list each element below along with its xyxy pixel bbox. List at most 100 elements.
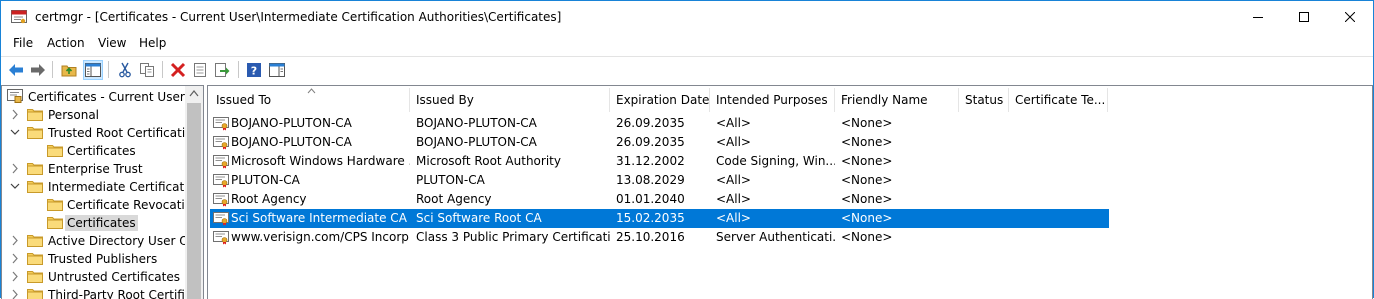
tree-scrollbar-thumb[interactable] <box>187 103 201 299</box>
show-hide-console-tree-button[interactable] <box>83 60 103 80</box>
tree-item-label: Enterprise Trust <box>48 162 143 176</box>
tree-item[interactable]: Certificates - Current User <box>2 88 185 106</box>
certificate-list[interactable]: Issued To Issued By Expiration Date Intende… <box>207 85 1373 299</box>
table-cell: 26.09.2035 <box>616 116 685 130</box>
column-header-label: Issued By <box>416 93 474 107</box>
toolbar-separator <box>238 61 239 78</box>
column-header[interactable]: Status <box>959 88 1009 112</box>
properties-icon <box>194 63 206 77</box>
properties-button[interactable] <box>190 60 210 80</box>
minimize-icon <box>1253 17 1263 18</box>
table-cell: <None> <box>841 173 893 187</box>
table-cell: BOJANO-PLUTON-CA <box>231 135 352 149</box>
export-list-button[interactable] <box>212 60 232 80</box>
tree-item[interactable]: Certificates <box>2 214 185 232</box>
table-cell: <All> <box>716 135 751 149</box>
table-cell: 26.09.2035 <box>616 135 685 149</box>
toolbar-separator <box>162 61 163 78</box>
certmgr-window: certmgr - [Certificates - Current User\I… <box>0 0 1374 299</box>
table-cell: <None> <box>841 154 893 168</box>
show-hide-action-pane-button[interactable] <box>267 60 287 80</box>
tree-item[interactable]: Trusted Publishers <box>2 250 185 268</box>
delete-icon <box>170 62 186 78</box>
window-title: certmgr - [Certificates - Current User\I… <box>35 10 562 24</box>
column-header[interactable]: Certificate Te... <box>1009 88 1108 112</box>
up-one-level-button[interactable] <box>59 60 79 80</box>
table-cell: 01.01.2040 <box>616 192 685 206</box>
table-row[interactable]: Sci Software Intermediate CA Sci Software… <box>210 209 1109 228</box>
menu-action[interactable]: Action <box>47 36 85 50</box>
table-cell: <All> <box>716 173 751 187</box>
column-header[interactable]: Issued To <box>210 88 410 112</box>
forward-button[interactable] <box>28 60 48 80</box>
chevron-right-icon[interactable] <box>9 270 21 284</box>
minimize-button[interactable] <box>1235 1 1281 33</box>
table-cell: Root Agency <box>416 192 492 206</box>
table-cell: BOJANO-PLUTON-CA <box>416 135 537 149</box>
tree-item[interactable]: Certificates <box>2 142 185 160</box>
column-header-label: Status <box>965 93 1004 107</box>
help-button[interactable]: ? <box>244 60 264 80</box>
tree-item-label: Certificates - Current User <box>28 90 185 104</box>
table-cell: Root Agency <box>231 192 307 206</box>
menu-help[interactable]: Help <box>139 36 166 50</box>
close-button[interactable] <box>1327 1 1373 33</box>
chevron-right-icon[interactable] <box>9 252 21 266</box>
delete-button[interactable] <box>168 60 188 80</box>
column-header-label: Certificate Te... <box>1015 93 1106 107</box>
back-button[interactable] <box>6 60 26 80</box>
tree-item[interactable]: Active Directory User Obje <box>2 232 203 250</box>
scroll-up-arrow-icon[interactable] <box>185 86 203 101</box>
column-header-label: Expiration Date <box>616 93 710 107</box>
tree-item[interactable]: Enterprise Trust <box>2 160 185 178</box>
tree-item[interactable]: Trusted Root Certification <box>2 124 200 142</box>
column-header[interactable]: Expiration Date <box>610 88 710 112</box>
cut-button[interactable] <box>115 60 135 80</box>
chevron-right-icon[interactable] <box>9 288 21 299</box>
chevron-down-icon[interactable] <box>9 126 21 140</box>
tree-item[interactable]: Third-Party Root Certificat <box>2 286 203 299</box>
table-cell: 31.12.2002 <box>616 154 685 168</box>
title-bar[interactable]: certmgr - [Certificates - Current User\I… <box>1 1 1373 33</box>
column-header[interactable]: Intended Purposes <box>710 88 835 112</box>
chevron-down-icon[interactable] <box>9 180 21 194</box>
table-row[interactable]: www.verisign.com/CPS Incorp.... Class 3 P… <box>210 228 1109 247</box>
tree-scrollbar[interactable] <box>185 86 203 299</box>
tree-item-label: Third-Party Root Certificat <box>48 288 204 299</box>
svg-text:?: ? <box>251 65 257 78</box>
table-row[interactable]: BOJANO-PLUTON-CA BOJANO-PLUTON-CA 26.09.20… <box>210 133 1109 152</box>
folder-icon <box>27 109 43 121</box>
tree-item[interactable]: Personal <box>2 106 185 124</box>
tree-item[interactable]: Intermediate Certification <box>2 178 202 196</box>
toolbar: ? <box>1 56 1373 82</box>
table-cell: PLUTON-CA <box>231 173 300 187</box>
column-header-label: Issued To <box>216 93 272 107</box>
action-pane-icon <box>269 63 285 77</box>
certificate-icon <box>213 136 229 150</box>
table-cell: <None> <box>841 135 893 149</box>
copy-button[interactable] <box>137 60 157 80</box>
folder-icon <box>47 199 63 211</box>
tree-item[interactable]: Certificate Revocation <box>2 196 200 214</box>
console-tree[interactable]: Certificates - Current User Personal Trust… <box>1 85 204 299</box>
menu-view[interactable]: View <box>98 36 126 50</box>
export-icon <box>215 63 230 77</box>
chevron-right-icon[interactable] <box>9 234 21 248</box>
column-header[interactable]: Issued By <box>410 88 610 112</box>
column-header[interactable]: Friendly Name <box>835 88 959 112</box>
menu-file[interactable]: File <box>13 36 33 50</box>
table-row[interactable]: BOJANO-PLUTON-CA BOJANO-PLUTON-CA 26.09.20… <box>210 114 1109 133</box>
chevron-right-icon[interactable] <box>9 162 21 176</box>
table-row[interactable]: Microsoft Windows Hardware ... Microsoft … <box>210 152 1109 171</box>
table-cell: Microsoft Root Authority <box>416 154 561 168</box>
table-row[interactable]: Root Agency Root Agency 01.01.2040 <All> <No… <box>210 190 1109 209</box>
folder-icon <box>47 217 63 229</box>
folder-icon <box>27 253 43 265</box>
tree-item[interactable]: Untrusted Certificates <box>2 268 185 286</box>
chevron-right-icon[interactable] <box>9 108 21 122</box>
table-cell: Microsoft Windows Hardware ... <box>231 154 410 168</box>
table-cell: BOJANO-PLUTON-CA <box>416 116 537 130</box>
maximize-button[interactable] <box>1281 1 1327 33</box>
maximize-icon <box>1299 12 1309 22</box>
table-row[interactable]: PLUTON-CA PLUTON-CA 13.08.2029 <All> <None> <box>210 171 1109 190</box>
